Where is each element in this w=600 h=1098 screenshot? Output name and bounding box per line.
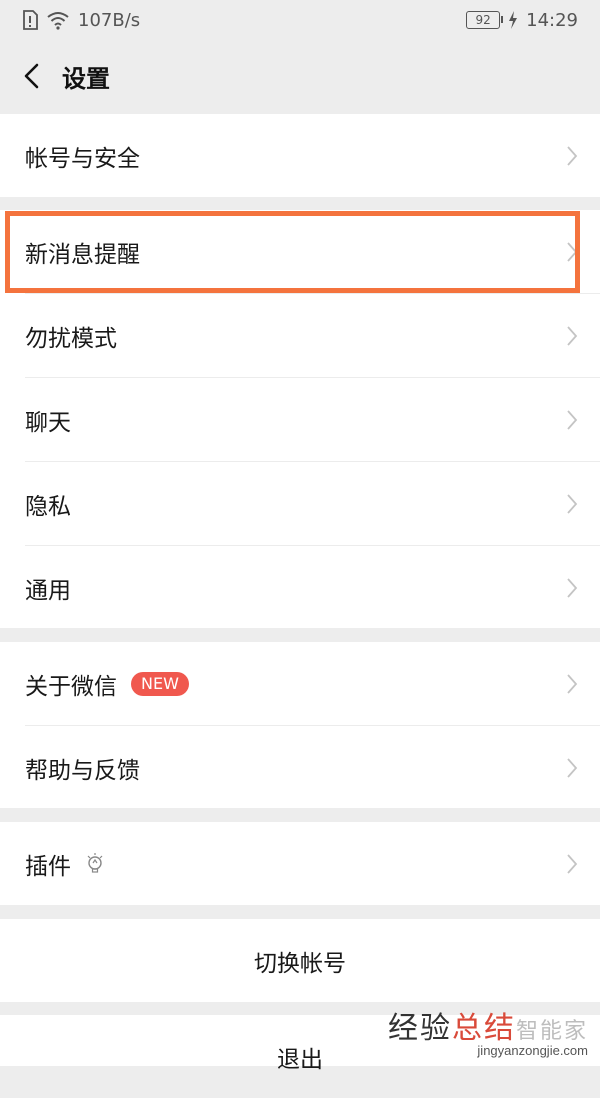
settings-item-chat[interactable]: 聊天 bbox=[0, 378, 600, 461]
nav-bar: 设置 bbox=[0, 40, 600, 112]
settings-group-account: 帐号与安全 bbox=[0, 114, 600, 197]
switch-account-button[interactable]: 切换帐号 bbox=[0, 919, 600, 1002]
settings-item-help-feedback[interactable]: 帮助与反馈 bbox=[0, 726, 600, 809]
logout-section: 退出 bbox=[0, 1015, 600, 1073]
settings-group-plugins: 插件 bbox=[0, 822, 600, 905]
settings-item-label: 聊天 bbox=[25, 409, 71, 436]
wifi-icon bbox=[47, 12, 69, 30]
settings-item-label: 通用 bbox=[25, 577, 71, 604]
settings-item-label: 插件 bbox=[25, 853, 71, 880]
chevron-right-icon bbox=[567, 853, 578, 874]
settings-item-plugins[interactable]: 插件 bbox=[0, 822, 600, 905]
logout-button[interactable]: 退出 bbox=[0, 1015, 600, 1098]
chevron-right-icon bbox=[567, 325, 578, 346]
switch-account-label: 切换帐号 bbox=[254, 950, 346, 977]
battery-level: 92 bbox=[475, 13, 491, 27]
back-button[interactable] bbox=[18, 63, 44, 89]
settings-item-label: 新消息提醒 bbox=[25, 241, 140, 268]
settings-item-label: 隐私 bbox=[25, 493, 71, 520]
sim-alert-icon bbox=[23, 10, 38, 30]
logout-label: 退出 bbox=[277, 1046, 323, 1073]
new-badge: NEW bbox=[131, 671, 189, 696]
settings-group-about: 关于微信 NEW 帮助与反馈 bbox=[0, 642, 600, 808]
chevron-right-icon bbox=[567, 757, 578, 778]
settings-item-new-message-alerts[interactable]: 新消息提醒 bbox=[0, 210, 600, 293]
chevron-right-icon bbox=[567, 241, 578, 262]
chevron-right-icon bbox=[567, 409, 578, 430]
chevron-right-icon bbox=[567, 577, 578, 598]
chevron-right-icon bbox=[567, 493, 578, 514]
settings-item-label: 帮助与反馈 bbox=[25, 757, 140, 784]
settings-item-account-security[interactable]: 帐号与安全 bbox=[0, 114, 600, 197]
lightbulb-icon bbox=[85, 852, 105, 875]
battery-icon: 92 bbox=[466, 11, 504, 29]
settings-item-privacy[interactable]: 隐私 bbox=[0, 462, 600, 545]
clock: 14:29 bbox=[526, 9, 578, 31]
settings-item-label: 勿扰模式 bbox=[25, 325, 117, 352]
chevron-left-icon bbox=[24, 63, 39, 89]
settings-item-label: 帐号与安全 bbox=[25, 145, 140, 172]
chevron-right-icon bbox=[567, 673, 578, 694]
settings-item-label: 关于微信 bbox=[25, 673, 117, 700]
chevron-right-icon bbox=[567, 145, 578, 166]
settings-item-do-not-disturb[interactable]: 勿扰模式 bbox=[0, 294, 600, 377]
switch-account-section: 切换帐号 bbox=[0, 919, 600, 1002]
network-speed: 107B/s bbox=[78, 9, 141, 31]
settings-group-main: 新消息提醒 勿扰模式 聊天 隐私 通用 bbox=[0, 210, 600, 628]
settings-item-general[interactable]: 通用 bbox=[0, 546, 600, 629]
page-title: 设置 bbox=[62, 64, 110, 93]
settings-item-about-wechat[interactable]: 关于微信 NEW bbox=[0, 642, 600, 725]
status-bar: 107B/s 92 14:29 bbox=[0, 0, 600, 40]
charging-icon bbox=[509, 11, 518, 29]
